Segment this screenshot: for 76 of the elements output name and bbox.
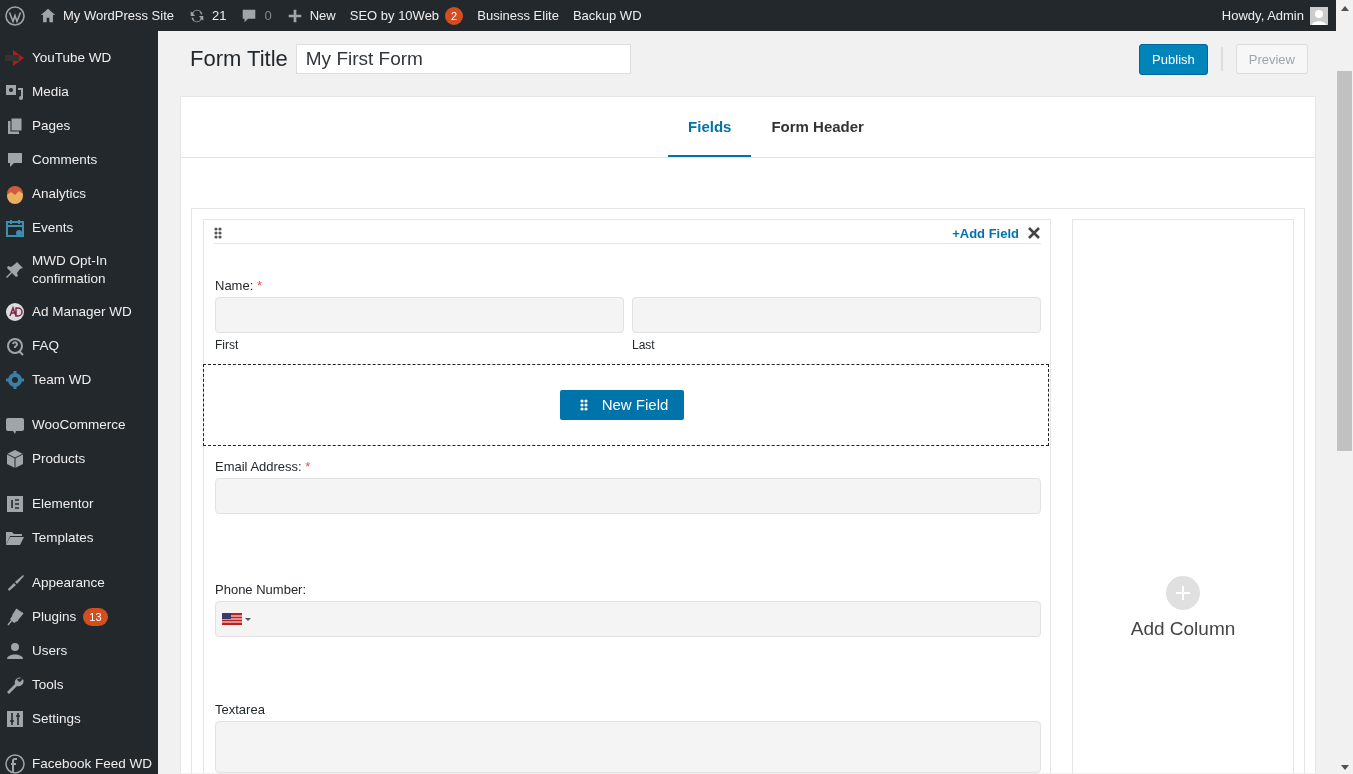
avatar-icon[interactable]	[1310, 6, 1328, 25]
field-label: Name: *	[215, 277, 262, 293]
flag-icon[interactable]	[222, 613, 252, 625]
field-sublabel: First	[215, 337, 239, 352]
admin-bar-link[interactable]: 21	[212, 8, 227, 23]
text-field[interactable]	[215, 478, 1041, 514]
field-label: Phone Number:	[215, 582, 307, 597]
drag-handle-icon	[579, 398, 588, 411]
home-icon	[39, 6, 57, 25]
close-icon[interactable]	[1027, 226, 1041, 241]
admin-bar-link[interactable]: 0	[264, 8, 272, 23]
sidebar-item[interactable]: Events	[0, 211, 158, 245]
sidebar-item[interactable]: FAQ	[0, 329, 158, 363]
count-badge: 2	[445, 6, 464, 25]
scroll-up-icon[interactable]	[1340, 6, 1349, 11]
sidebar-item[interactable]: WooCommerce	[0, 408, 158, 442]
add-column-link[interactable]: Add Column	[1130, 618, 1236, 640]
chart-icon	[5, 184, 25, 204]
text-field[interactable]	[215, 296, 624, 333]
sidebar-item[interactable]: Tools	[0, 668, 158, 702]
sidebar-item[interactable]: Comments	[0, 143, 158, 177]
field-label: Email Address: *	[215, 459, 311, 474]
facebook-icon	[5, 754, 25, 774]
add-column-plus-icon[interactable]	[1166, 576, 1200, 610]
add-field-link[interactable]: +Add Field	[952, 225, 1019, 241]
sidebar-item[interactable]: Templates	[0, 521, 158, 555]
sidebar-item[interactable]: Pages	[0, 109, 158, 143]
sidebar-item[interactable]: Media	[0, 75, 158, 109]
tab[interactable]: Form Header	[751, 97, 884, 157]
box-icon	[5, 449, 25, 469]
textarea-field[interactable]	[215, 721, 1041, 773]
form-title-label: Form Title	[190, 46, 288, 72]
count-badge: 13	[83, 608, 108, 626]
sidebar-item[interactable]: Facebook Feed WD	[0, 747, 158, 774]
sidebar-item[interactable]: Appearance	[0, 566, 158, 600]
sliders-icon	[5, 709, 25, 729]
sidebar-item[interactable]: Elementor	[0, 487, 158, 521]
tab[interactable]: Fields	[668, 97, 752, 157]
new-field-button[interactable]: New Field	[559, 389, 685, 420]
drag-handle-icon[interactable]	[214, 227, 222, 240]
calendar-icon	[5, 218, 25, 238]
admin-bar-link[interactable]: Backup WD	[572, 8, 642, 23]
text-field[interactable]	[632, 296, 1041, 333]
elementor-icon	[5, 494, 25, 514]
pages-icon	[5, 116, 25, 136]
field-sublabel: Last	[632, 337, 655, 352]
sidebar-item[interactable]: Analytics	[0, 177, 158, 211]
help-icon	[5, 336, 25, 356]
publish-button[interactable]: Publish	[1139, 43, 1208, 75]
wrench-icon	[5, 675, 25, 695]
sidebar-item[interactable]: Settings	[0, 702, 158, 736]
play-icon	[5, 48, 25, 68]
user-icon	[5, 641, 25, 661]
scroll-down-icon[interactable]	[1340, 765, 1349, 770]
admin-bar-link[interactable]: My WordPress Site	[63, 8, 174, 23]
field-label: Textarea	[215, 702, 265, 717]
speech-bubble-icon	[5, 415, 25, 435]
media-icon	[5, 82, 25, 102]
admin-bar-link[interactable]: SEO by 10Web	[349, 8, 440, 23]
form-title-field[interactable]: My First Form	[295, 44, 631, 74]
admin-bar-link[interactable]: New	[309, 8, 336, 23]
ad-icon	[5, 302, 25, 322]
scroll-thumb[interactable]	[1337, 71, 1352, 451]
comment-icon	[5, 150, 25, 170]
sidebar-item[interactable]: Users	[0, 634, 158, 668]
sidebar-item[interactable]: MWD Opt-In confirmation	[0, 245, 158, 295]
sidebar-item[interactable]: YouTube WD	[0, 41, 158, 75]
sidebar-item[interactable]: Ad Manager WD	[0, 295, 158, 329]
phone-field[interactable]	[215, 601, 1041, 637]
admin-bar-link[interactable]: Business Elite	[477, 8, 559, 23]
user-greeting[interactable]: Howdy, Admin	[1221, 8, 1304, 23]
sidebar-item[interactable]: Team WD	[0, 363, 158, 397]
pin-icon	[5, 260, 25, 280]
sidebar-item[interactable]: Plugins 13	[0, 600, 158, 634]
sidebar-item[interactable]: Products	[0, 442, 158, 476]
wordpress-logo-icon[interactable]	[5, 5, 25, 26]
